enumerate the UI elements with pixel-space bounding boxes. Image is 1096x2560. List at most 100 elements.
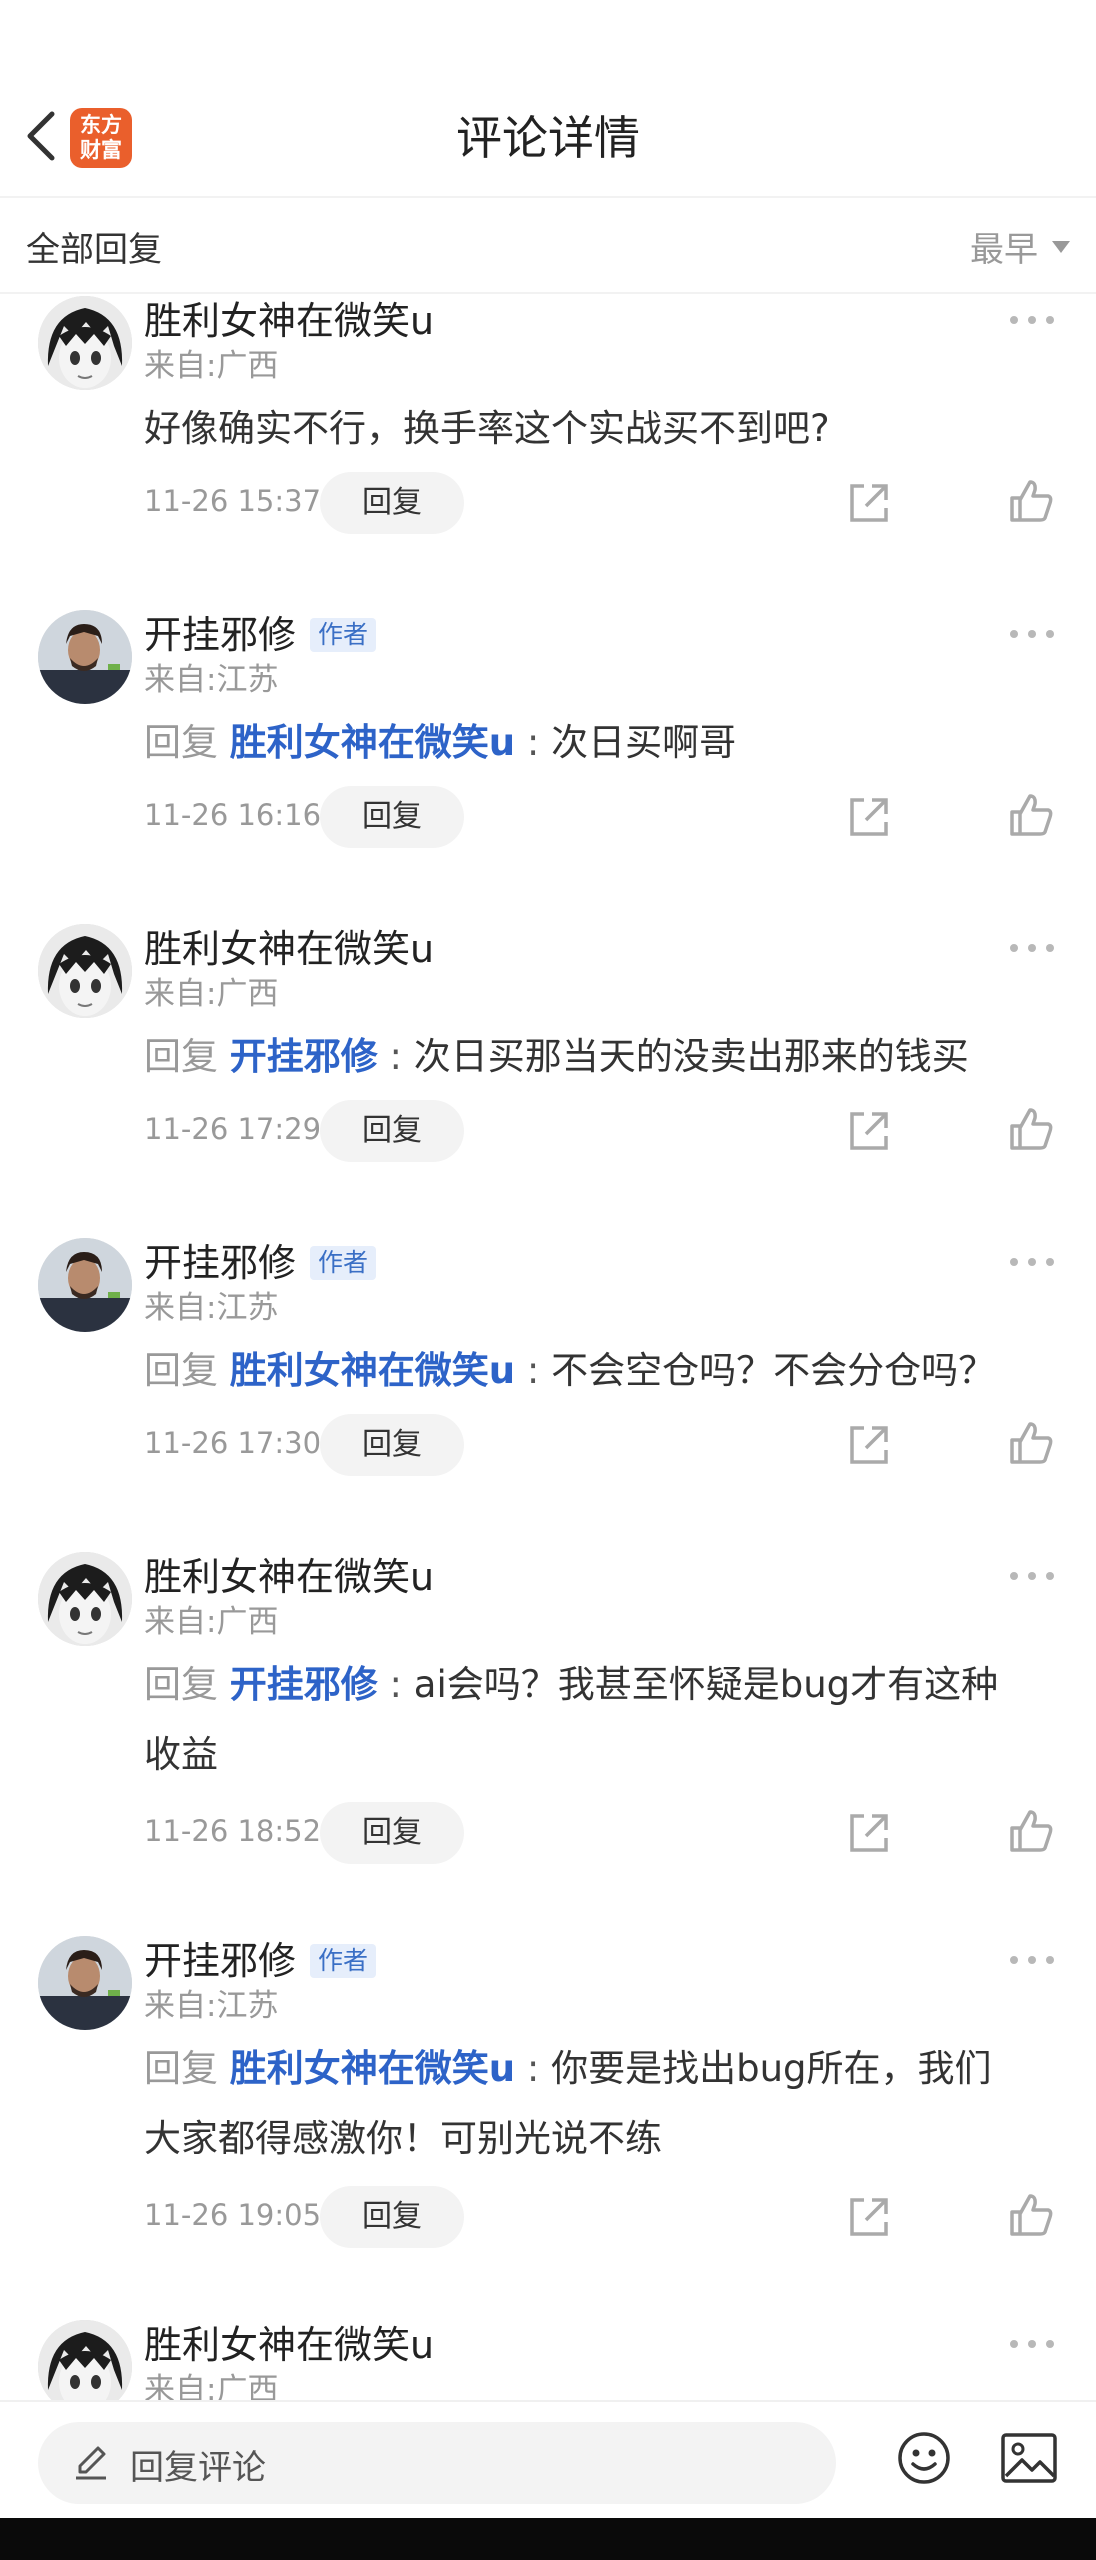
thumbs-up-icon[interactable] [1006, 790, 1056, 840]
reply-input[interactable]: 回复评论 [38, 2422, 836, 2504]
username-row: 胜利女神在微笑u [144, 924, 434, 974]
more-dots-icon[interactable] [1010, 944, 1054, 958]
reply-placeholder: 回复评论 [130, 2448, 266, 2488]
reply-button[interactable]: 回复 [320, 1414, 464, 1476]
top-header: 东方 财富 评论详情 [0, 0, 1096, 196]
reply-to-user[interactable]: 胜利女神在微笑u [230, 721, 515, 764]
sort-bar: 全部回复 最早 [0, 196, 1096, 294]
username[interactable]: 开挂邪修 [144, 1936, 296, 1986]
reply-separator: : [377, 1035, 414, 1078]
author-badge: 作者 [310, 1246, 377, 1280]
thumbs-up-icon[interactable] [1006, 2190, 1056, 2240]
reply-prefix: 回复 [144, 721, 218, 764]
comment-meta: 11-26 15:37 回复 [144, 472, 1064, 536]
avatar-person-icon [38, 610, 132, 704]
thumbs-up-icon[interactable] [1006, 1104, 1056, 1154]
comment-body: 次日买那当天的没卖出那来的钱买 [413, 1035, 969, 1078]
thumbs-up-icon[interactable] [1006, 1418, 1056, 1468]
reply-prefix: 回复 [144, 1035, 218, 1078]
reply-button[interactable]: 回复 [320, 786, 464, 848]
sort-dropdown[interactable]: 最早 [970, 222, 1070, 271]
comment-text: 回复 开挂邪修 : ai会吗？我甚至怀疑是bug才有这种收益 [144, 1650, 1024, 1790]
more-dots-icon[interactable] [1010, 1258, 1054, 1272]
image-icon[interactable] [1000, 2432, 1058, 2484]
location: 来自:江苏 [144, 1988, 279, 2024]
timestamp: 11-26 15:37 [144, 484, 322, 518]
comment-text: 回复 胜利女神在微笑u : 次日买啊哥 [144, 708, 1024, 778]
comment-list[interactable]: 胜利女神在微笑u 来自:广西 好像确实不行，换手率这个实战买不到吧? 11-26… [0, 296, 1096, 2400]
thumbs-up-icon[interactable] [1006, 476, 1056, 526]
avatar-anime-icon [38, 2320, 132, 2400]
avatar[interactable] [38, 610, 132, 704]
comment-item: 开挂邪修 作者 来自:江苏 回复 胜利女神在微笑u : 你要是找出bug所在，我… [0, 1936, 1096, 2320]
avatar-anime-icon [38, 924, 132, 1018]
comment-item: 胜利女神在微笑u 来自:广西 [0, 2320, 1096, 2400]
username-row: 开挂邪修 作者 [144, 1936, 377, 1986]
username[interactable]: 胜利女神在微笑u [144, 296, 434, 346]
comment-detail-page: 东方 财富 评论详情 全部回复 最早 胜利女神在微笑u 来自:广西 好像确实不行… [0, 0, 1096, 2560]
avatar-person-icon [38, 1936, 132, 2030]
share-icon[interactable] [844, 1808, 894, 1858]
timestamp: 11-26 17:30 [144, 1426, 322, 1460]
share-icon[interactable] [844, 2192, 894, 2242]
avatar-anime-icon [38, 1552, 132, 1646]
avatar[interactable] [38, 1936, 132, 2030]
avatar[interactable] [38, 1552, 132, 1646]
timestamp: 11-26 17:29 [144, 1112, 322, 1146]
location: 来自:广西 [144, 1604, 279, 1640]
avatar[interactable] [38, 1238, 132, 1332]
comment-item: 胜利女神在微笑u 来自:广西 回复 开挂邪修 : 次日买那当天的没卖出那来的钱买… [0, 924, 1096, 1240]
more-dots-icon[interactable] [1010, 316, 1054, 330]
pen-icon [76, 2446, 106, 2480]
username[interactable]: 胜利女神在微笑u [144, 924, 434, 974]
system-nav-bar [0, 2518, 1096, 2560]
timestamp: 11-26 19:05 [144, 2198, 322, 2232]
reply-to-user[interactable]: 开挂邪修 [230, 1035, 378, 1078]
username[interactable]: 胜利女神在微笑u [144, 1552, 434, 1602]
reply-button[interactable]: 回复 [320, 1802, 464, 1864]
triangle-down-icon [1052, 240, 1070, 253]
more-dots-icon[interactable] [1010, 630, 1054, 644]
comment-item: 开挂邪修 作者 来自:江苏 回复 胜利女神在微笑u : 不会空仓吗？不会分仓吗？… [0, 1238, 1096, 1554]
reply-separator: : [515, 721, 552, 764]
comment-text: 回复 胜利女神在微笑u : 你要是找出bug所在，我们大家都得感激你！可别光说不… [144, 2034, 1024, 2174]
reply-button[interactable]: 回复 [320, 2186, 464, 2248]
author-badge: 作者 [310, 1944, 377, 1978]
reply-button[interactable]: 回复 [320, 1100, 464, 1162]
avatar[interactable] [38, 2320, 132, 2400]
comment-meta: 11-26 17:30 回复 [144, 1414, 1064, 1478]
timestamp: 11-26 16:16 [144, 798, 322, 832]
reply-to-user[interactable]: 开挂邪修 [230, 1663, 378, 1706]
reply-to-user[interactable]: 胜利女神在微笑u [230, 1349, 515, 1392]
more-dots-icon[interactable] [1010, 1572, 1054, 1586]
reply-to-user[interactable]: 胜利女神在微笑u [230, 2047, 515, 2090]
username-row: 胜利女神在微笑u [144, 296, 434, 346]
sort-label: 最早 [970, 230, 1038, 270]
comment-text: 回复 开挂邪修 : 次日买那当天的没卖出那来的钱买 [144, 1022, 1024, 1092]
reply-separator: : [515, 1349, 552, 1392]
more-dots-icon[interactable] [1010, 2340, 1054, 2354]
all-replies-label: 全部回复 [26, 230, 162, 270]
location: 来自:江苏 [144, 662, 279, 698]
comment-item: 开挂邪修 作者 来自:江苏 回复 胜利女神在微笑u : 次日买啊哥 11-26 … [0, 610, 1096, 926]
share-icon[interactable] [844, 478, 894, 528]
share-icon[interactable] [844, 792, 894, 842]
timestamp: 11-26 18:52 [144, 1814, 322, 1848]
location: 来自:广西 [144, 348, 279, 384]
reply-separator: : [377, 1663, 414, 1706]
reply-input-bar: 回复评论 [0, 2400, 1096, 2518]
username-row: 开挂邪修 作者 [144, 1238, 377, 1288]
thumbs-up-icon[interactable] [1006, 1806, 1056, 1856]
avatar[interactable] [38, 296, 132, 390]
reply-prefix: 回复 [144, 2047, 218, 2090]
reply-button[interactable]: 回复 [320, 472, 464, 534]
share-icon[interactable] [844, 1106, 894, 1156]
username[interactable]: 胜利女神在微笑u [144, 2320, 434, 2370]
avatar[interactable] [38, 924, 132, 1018]
share-icon[interactable] [844, 1420, 894, 1470]
username[interactable]: 开挂邪修 [144, 610, 296, 660]
emoji-icon[interactable] [896, 2430, 952, 2486]
username[interactable]: 开挂邪修 [144, 1238, 296, 1288]
comment-body: 不会空仓吗？不会分仓吗？ [551, 1349, 996, 1392]
more-dots-icon[interactable] [1010, 1956, 1054, 1970]
